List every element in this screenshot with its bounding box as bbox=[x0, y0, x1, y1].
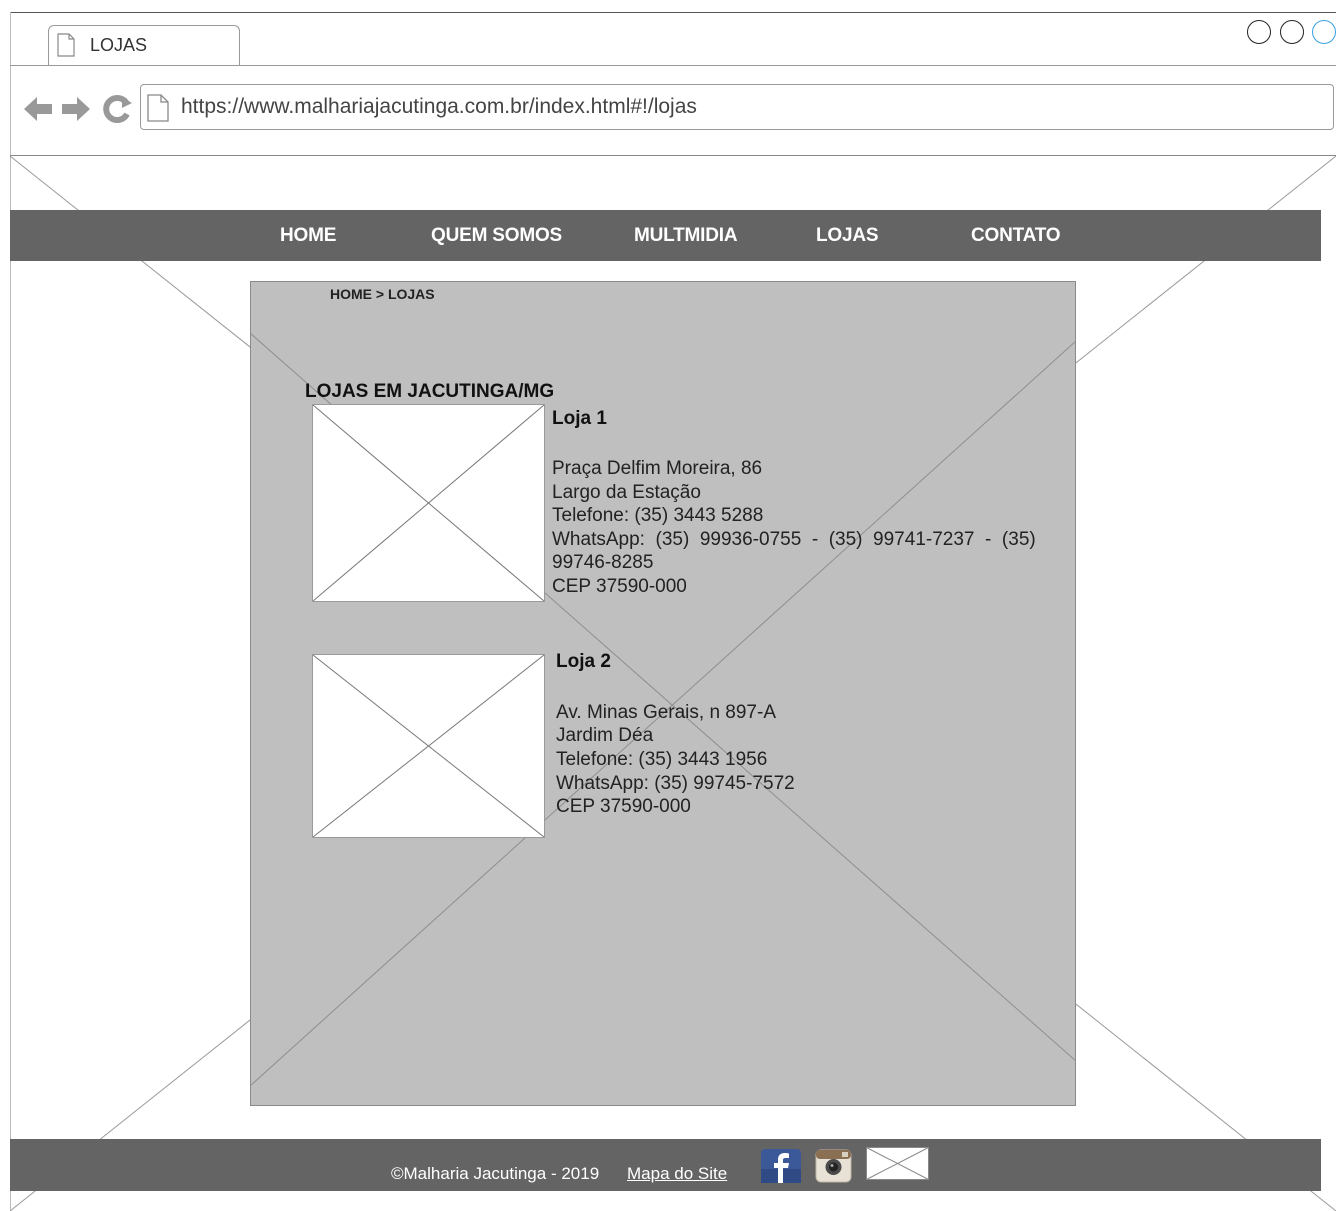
nav-multimidia[interactable]: MULTMIDIA bbox=[634, 225, 738, 247]
store-1-whatsapp: WhatsApp: (35) 99936-0755 - (35) 99741-7… bbox=[552, 529, 1036, 550]
window-close-button[interactable] bbox=[1312, 20, 1336, 44]
tab-title: LOJAS bbox=[90, 35, 148, 55]
store-2-cep: CEP 37590-000 bbox=[556, 796, 691, 817]
store-1-cep: CEP 37590-000 bbox=[552, 576, 687, 597]
nav-home[interactable]: HOME bbox=[280, 225, 336, 247]
section-title: LOJAS EM JACUTINGA/MG bbox=[305, 381, 555, 402]
nav-quem-somos[interactable]: QUEM SOMOS bbox=[431, 225, 562, 247]
page-icon bbox=[147, 94, 169, 122]
store-2-district: Jardim Déa bbox=[556, 725, 654, 746]
instagram-icon[interactable] bbox=[815, 1149, 852, 1183]
store-1-image-placeholder bbox=[312, 404, 545, 602]
address-bar-url: https://www.malhariajacutinga.com.br/ind… bbox=[181, 95, 697, 118]
sitemap-link[interactable]: Mapa do Site bbox=[627, 1164, 727, 1184]
store-2-image-placeholder bbox=[312, 654, 545, 838]
store-1-whatsapp-cont: 99746-8285 bbox=[552, 552, 654, 573]
window-maximize-button[interactable] bbox=[1280, 20, 1304, 44]
reload-icon[interactable] bbox=[101, 93, 133, 125]
mail-icon[interactable] bbox=[866, 1147, 929, 1180]
store-1-name: Loja 1 bbox=[552, 408, 607, 429]
back-arrow-icon[interactable] bbox=[22, 93, 54, 125]
facebook-icon[interactable] bbox=[761, 1149, 801, 1183]
tab-bar-divider bbox=[10, 65, 1336, 66]
store-2-whatsapp: WhatsApp: (35) 99745-7572 bbox=[556, 773, 795, 794]
window-frame-top bbox=[10, 12, 1336, 13]
forward-arrow-icon[interactable] bbox=[60, 93, 92, 125]
window-minimize-button[interactable] bbox=[1247, 20, 1271, 44]
store-1-district: Largo da Estação bbox=[552, 482, 701, 503]
nav-contato[interactable]: CONTATO bbox=[971, 225, 1061, 247]
store-2-name: Loja 2 bbox=[556, 651, 611, 672]
store-1-phone: Telefone: (35) 3443 5288 bbox=[552, 505, 764, 526]
page-icon bbox=[57, 33, 75, 57]
footer-copyright: ©Malharia Jacutinga - 2019 bbox=[391, 1164, 600, 1183]
store-1-address: Praça Delfim Moreira, 86 bbox=[552, 458, 763, 479]
store-2-phone: Telefone: (35) 3443 1956 bbox=[556, 749, 768, 770]
store-2-address: Av. Minas Gerais, n 897-A bbox=[556, 702, 777, 723]
breadcrumb: HOME > LOJAS bbox=[330, 286, 435, 302]
nav-lojas[interactable]: LOJAS bbox=[816, 225, 879, 247]
